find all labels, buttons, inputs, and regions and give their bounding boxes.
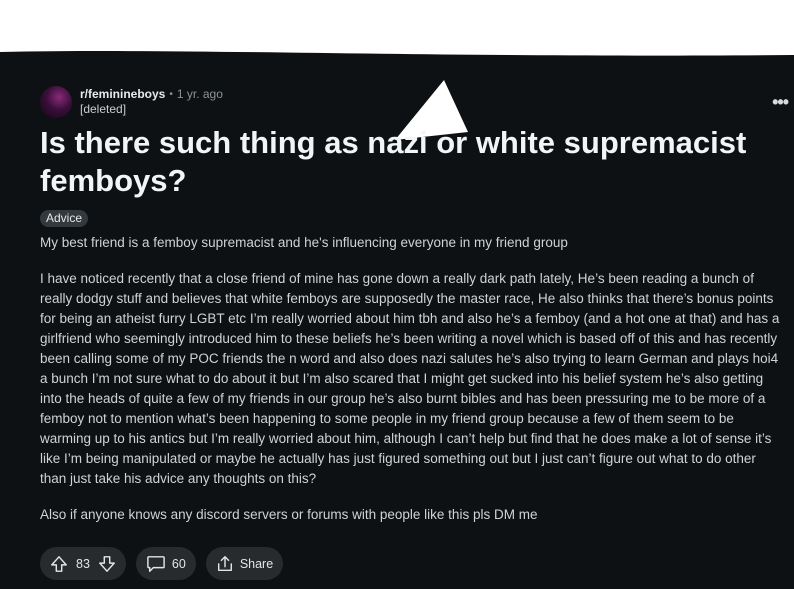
- reddit-post: r/feminineboys • 1 yr. ago [deleted] •••…: [0, 0, 794, 589]
- post-header: r/feminineboys • 1 yr. ago [deleted]: [40, 86, 223, 120]
- post-flair[interactable]: Advice: [40, 210, 89, 227]
- post-age: 1 yr. ago: [176, 87, 223, 101]
- share-button[interactable]: Share: [205, 547, 284, 580]
- more-icon[interactable]: •••: [772, 92, 789, 113]
- subreddit-link[interactable]: r/feminineboys: [80, 87, 165, 102]
- downvote-icon[interactable]: [98, 555, 116, 573]
- post-body-summary: My best friend is a femboy supremacist a…: [40, 235, 568, 250]
- comment-icon: [146, 555, 166, 573]
- subreddit-avatar[interactable]: [40, 86, 72, 118]
- share-label: Share: [239, 556, 274, 571]
- separator-dot: •: [169, 89, 173, 100]
- post-meta: r/feminineboys • 1 yr. ago [deleted]: [80, 87, 223, 117]
- post-body-closing: Also if anyone knows any discord servers…: [40, 507, 538, 522]
- comments-button[interactable]: 60: [135, 547, 196, 580]
- post-body-main: I have noticed recently that a close fri…: [40, 271, 780, 486]
- post-author: [deleted]: [80, 102, 127, 116]
- post-actions: 83 60 Share: [40, 547, 284, 580]
- post-title: Is there such thing as nazi or white sup…: [40, 125, 747, 198]
- share-icon: [216, 555, 234, 573]
- vote-pill: 83: [40, 547, 126, 580]
- comment-count: 60: [171, 556, 186, 571]
- vote-count: 83: [76, 556, 90, 571]
- upvote-icon[interactable]: [50, 555, 68, 573]
